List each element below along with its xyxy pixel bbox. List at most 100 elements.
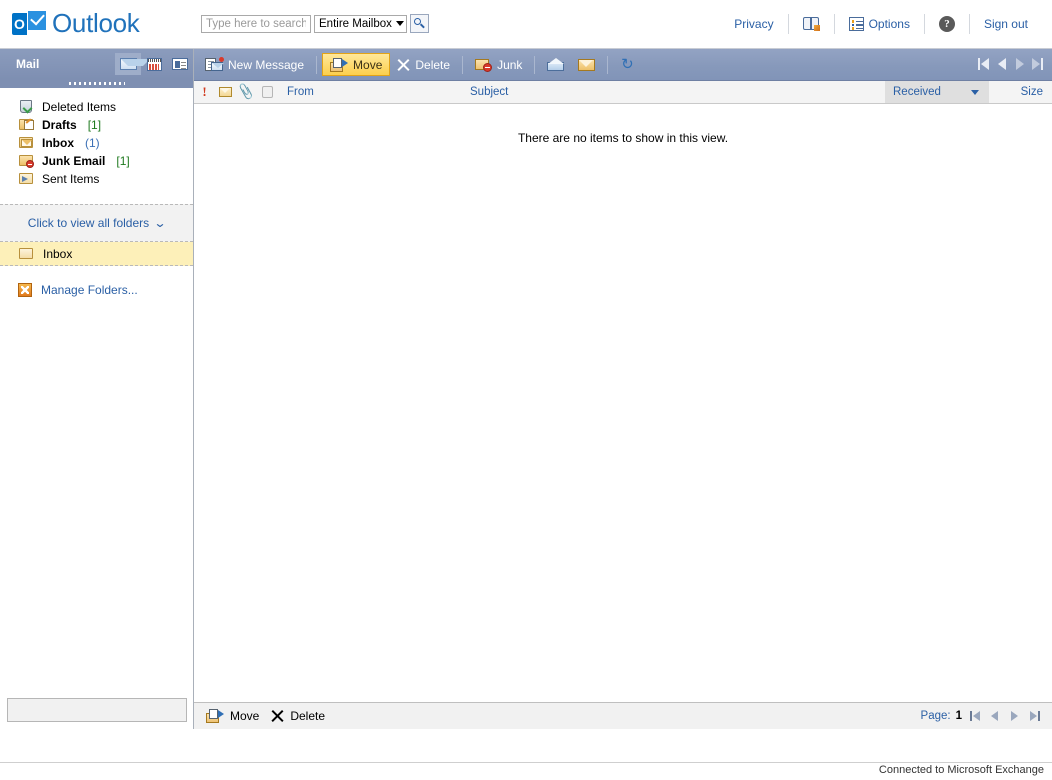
- next-page-icon: [1011, 711, 1018, 721]
- search-button[interactable]: [409, 14, 429, 33]
- next-page-button[interactable]: [1011, 54, 1028, 74]
- bottom-action-bar: Move Delete Page: 1: [194, 702, 1052, 729]
- options-link[interactable]: Options: [835, 14, 924, 34]
- read-status-column-header[interactable]: [215, 87, 236, 97]
- delete-button[interactable]: Delete: [390, 53, 457, 76]
- inbox-folder-icon: [18, 136, 34, 150]
- page-number: 1: [955, 710, 962, 722]
- folder-label: Sent Items: [42, 172, 100, 186]
- move-button[interactable]: Move: [322, 53, 391, 76]
- options-list-icon: [848, 17, 864, 31]
- folder-label: Deleted Items: [42, 100, 117, 114]
- manage-folders-link[interactable]: Manage Folders...: [0, 280, 193, 300]
- first-page-icon: [969, 711, 972, 721]
- sign-out-link[interactable]: Sign out: [970, 14, 1042, 34]
- pager-previous-button[interactable]: [987, 708, 1002, 724]
- view-all-folders-link[interactable]: Click to view all folders ⌄: [0, 204, 193, 242]
- header-links: Privacy Options ? Sign out: [720, 0, 1042, 48]
- new-message-button[interactable]: New Message: [198, 53, 311, 76]
- chevron-down-icon: [971, 89, 979, 95]
- status-bar: Connected to Microsoft Exchange: [0, 762, 1052, 780]
- bottom-move-button[interactable]: Move: [206, 709, 259, 723]
- main-pane: New Message Move Delete Junk ↻ ! 📎 From …: [194, 49, 1052, 731]
- contacts-module-icon[interactable]: [167, 53, 193, 75]
- last-page-button[interactable]: [1029, 54, 1046, 74]
- open-envelope-icon: [547, 58, 565, 71]
- sidebar-resize-grip[interactable]: [0, 79, 193, 88]
- pager-first-button[interactable]: [967, 708, 982, 724]
- previous-page-button[interactable]: [993, 54, 1010, 74]
- manage-folders-label: Manage Folders...: [41, 283, 138, 297]
- folder-count: [1]: [116, 154, 130, 168]
- brand-logo: O Outlook: [12, 8, 140, 39]
- help-button[interactable]: ?: [925, 14, 969, 34]
- new-message-icon: [205, 56, 224, 72]
- folder-count: (1): [85, 136, 100, 150]
- received-sort-caret[interactable]: [961, 81, 989, 103]
- sidebar-item-sent-items[interactable]: Sent Items: [0, 170, 193, 188]
- grip-dots-icon: [68, 82, 125, 85]
- outlook-logo-icon: O: [12, 9, 46, 37]
- empty-list-message: There are no items to show in this view.: [517, 131, 729, 145]
- sidebar-item-inbox[interactable]: Inbox (1): [0, 134, 193, 152]
- sign-out-label: Sign out: [983, 17, 1028, 31]
- subject-column-header[interactable]: Subject: [462, 86, 885, 98]
- new-message-label: New Message: [228, 57, 305, 72]
- sidebar-header: Mail: [0, 49, 193, 88]
- sidebar-item-drafts[interactable]: Drafts [1]: [0, 116, 193, 134]
- folder-list: Deleted Items Drafts [1] Inbox (1) Junk …: [0, 98, 193, 188]
- previous-page-icon: [997, 58, 1006, 70]
- message-list[interactable]: There are no items to show in this view.: [194, 131, 1052, 731]
- flag-column-header[interactable]: [257, 86, 278, 98]
- mail-module-icon[interactable]: [115, 53, 150, 75]
- refresh-button[interactable]: ↻: [613, 53, 641, 76]
- selected-folder-row[interactable]: Inbox: [0, 242, 193, 266]
- junk-icon: [475, 58, 493, 72]
- search-area: Entire Mailbox: [201, 14, 429, 33]
- previous-page-icon: [991, 711, 998, 721]
- privacy-link[interactable]: Privacy: [720, 14, 787, 34]
- attachment-column-header[interactable]: 📎: [236, 82, 257, 101]
- folder-label: Drafts: [42, 118, 77, 132]
- sidebar-item-deleted-items[interactable]: Deleted Items: [0, 98, 193, 116]
- flag-icon: [262, 86, 273, 98]
- sidebar-title: Mail: [16, 57, 40, 71]
- received-column-header[interactable]: Received: [885, 81, 961, 103]
- search-scope-label: Entire Mailbox: [319, 17, 392, 30]
- divider: [316, 55, 318, 74]
- pager-last-button[interactable]: [1027, 708, 1042, 724]
- bottom-delete-button[interactable]: Delete: [271, 709, 325, 723]
- search-input[interactable]: [201, 14, 311, 33]
- options-label: Options: [868, 17, 910, 31]
- sidebar: Mail Deleted Items Drafts [1] Inbox (1): [0, 49, 194, 729]
- folder-label: Junk Email: [42, 154, 106, 168]
- importance-column-header[interactable]: !: [194, 84, 215, 100]
- product-name: Outlook: [52, 8, 140, 38]
- from-column-header[interactable]: From: [278, 86, 462, 98]
- move-label: Move: [353, 57, 383, 72]
- chevron-down-icon: [395, 21, 404, 26]
- bottom-move-label: Move: [230, 709, 260, 723]
- sidebar-item-junk-email[interactable]: Junk Email [1]: [0, 152, 193, 170]
- attachment-icon: 📎: [237, 82, 257, 101]
- view-all-folders-label: Click to view all folders: [27, 216, 150, 230]
- pager-next-button[interactable]: [1007, 708, 1022, 724]
- first-page-button[interactable]: [975, 54, 992, 74]
- refresh-icon: ↻: [621, 55, 634, 73]
- next-page-icon: [1015, 58, 1024, 70]
- search-scope-select[interactable]: Entire Mailbox: [314, 14, 407, 33]
- mark-as-read-button[interactable]: [540, 53, 571, 76]
- help-question-icon: ?: [938, 16, 955, 32]
- mark-as-unread-button[interactable]: [571, 53, 602, 76]
- folder-icon: [18, 247, 34, 261]
- last-page-icon: [1029, 711, 1037, 721]
- connection-status: Connected to Microsoft Exchange: [878, 764, 1044, 776]
- address-book-icon: [802, 17, 820, 31]
- divider: [607, 55, 609, 74]
- last-page-icon: [1031, 58, 1040, 70]
- address-book-button[interactable]: [789, 14, 834, 34]
- logo-o-letter: O: [12, 12, 27, 35]
- closed-envelope-icon: [578, 58, 596, 71]
- size-column-header[interactable]: Size: [989, 86, 1052, 98]
- junk-button[interactable]: Junk: [468, 53, 529, 76]
